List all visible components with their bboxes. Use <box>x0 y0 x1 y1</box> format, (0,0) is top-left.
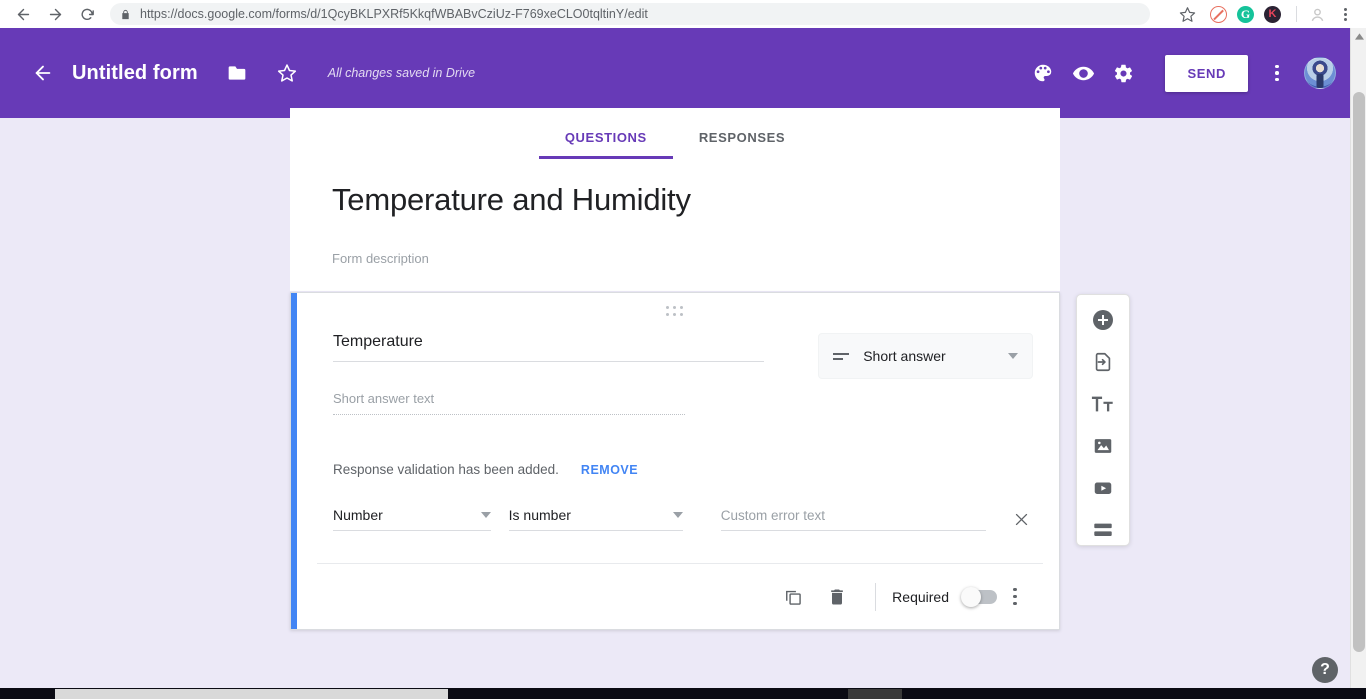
form-description-input[interactable]: Form description <box>332 251 1018 266</box>
question-more-menu-icon[interactable] <box>997 575 1033 619</box>
tab-responses[interactable]: RESPONSES <box>673 130 811 159</box>
question-footer-toolbar: Required <box>317 563 1043 629</box>
short-answer-placeholder: Short answer text <box>333 391 685 415</box>
forms-header-actions: SEND <box>1023 53 1336 93</box>
import-questions-button[interactable] <box>1090 349 1116 375</box>
validation-note-text: Response validation has been added. <box>333 462 559 477</box>
chevron-down-icon <box>480 512 491 518</box>
taskbar-window-1[interactable] <box>55 689 448 699</box>
tab-questions[interactable]: QUESTIONS <box>538 130 673 159</box>
lock-icon <box>120 8 131 21</box>
question-body: Temperature Short answer text Short answ… <box>291 293 1059 531</box>
question-type-dropdown[interactable]: Short answer <box>818 333 1033 379</box>
question-title-input[interactable]: Temperature <box>333 333 765 362</box>
question-type-label: Short answer <box>863 348 946 364</box>
page-scrollbar[interactable] <box>1350 28 1366 699</box>
address-bar[interactable]: https://docs.google.com/forms/d/1QcyBKLP… <box>110 3 1150 25</box>
reload-button[interactable] <box>72 1 102 27</box>
validation-condition-label: Is number <box>508 507 571 523</box>
add-image-button[interactable] <box>1090 433 1116 459</box>
chevron-down-icon <box>672 512 683 518</box>
save-status-text: All changes saved in Drive <box>327 66 476 80</box>
add-title-description-button[interactable] <box>1090 391 1116 417</box>
help-button[interactable]: ? <box>1312 657 1338 683</box>
add-video-button[interactable] <box>1090 475 1116 501</box>
forms-tab-bar: QUESTIONS RESPONSES <box>290 108 1060 159</box>
form-star-icon[interactable] <box>270 56 304 90</box>
validation-controls-row: Number Is number Custom error text <box>333 507 1033 531</box>
custom-error-text-input[interactable]: Custom error text <box>720 508 986 531</box>
question-card[interactable]: Temperature Short answer text Short answ… <box>290 292 1060 630</box>
forms-back-button[interactable] <box>26 56 60 90</box>
folder-icon[interactable] <box>220 56 254 90</box>
forms-header: Untitled form All changes saved in Drive <box>0 28 1350 118</box>
add-question-button[interactable] <box>1090 307 1116 333</box>
validation-type-dropdown[interactable]: Number <box>333 507 491 531</box>
required-toggle[interactable] <box>961 586 997 607</box>
validation-note-row: Response validation has been added. REMO… <box>333 462 1033 477</box>
duplicate-icon[interactable] <box>771 575 815 619</box>
footer-divider <box>875 582 877 611</box>
browser-extensions: G K <box>1202 5 1289 23</box>
form-title-input[interactable]: Temperature and Humidity <box>332 181 1018 218</box>
chrome-profile-icon[interactable] <box>1304 1 1330 27</box>
question-add-toolbar <box>1076 294 1130 546</box>
validation-condition-dropdown[interactable]: Is number <box>508 507 683 531</box>
forms-more-menu-icon[interactable] <box>1262 53 1292 93</box>
send-button[interactable]: SEND <box>1165 54 1248 92</box>
kami-extension-icon[interactable]: K <box>1264 5 1281 23</box>
add-section-button[interactable] <box>1090 517 1116 543</box>
browser-toolbar-right: G K <box>1174 1 1358 27</box>
trash-icon[interactable] <box>815 575 859 619</box>
form-name-title[interactable]: Untitled form <box>72 62 198 85</box>
browser-toolbar: https://docs.google.com/forms/d/1QcyBKLP… <box>0 0 1366 28</box>
scroll-up-arrow-icon[interactable] <box>1351 28 1366 44</box>
user-avatar[interactable] <box>1304 57 1336 89</box>
question-top-row: Temperature Short answer text Short answ… <box>333 333 1033 415</box>
taskbar-window-2[interactable] <box>848 689 902 699</box>
required-label: Required <box>892 588 949 605</box>
chevron-down-icon <box>1008 353 1018 359</box>
gear-settings-icon[interactable] <box>1103 53 1143 93</box>
back-button[interactable] <box>8 1 38 27</box>
browser-nav-buttons <box>8 1 102 27</box>
short-answer-icon <box>833 352 850 360</box>
chrome-menu-icon[interactable] <box>1332 1 1358 27</box>
close-x-icon[interactable] <box>1010 507 1033 531</box>
forward-button[interactable] <box>40 1 70 27</box>
validation-type-label: Number <box>333 507 383 523</box>
os-taskbar <box>0 688 1366 699</box>
adblock-extension-icon[interactable] <box>1210 5 1227 23</box>
palette-icon[interactable] <box>1023 53 1063 93</box>
toolbar-divider <box>1296 6 1297 22</box>
question-title-wrap: Temperature Short answer text <box>333 333 765 415</box>
url-text: https://docs.google.com/forms/d/1QcyBKLP… <box>140 7 648 21</box>
form-title-card: Temperature and Humidity Form descriptio… <box>290 159 1060 291</box>
eye-preview-icon[interactable] <box>1063 53 1103 93</box>
scrollbar-thumb[interactable] <box>1353 92 1365 652</box>
remove-validation-link[interactable]: REMOVE <box>581 463 638 477</box>
grammarly-extension-icon[interactable]: G <box>1237 5 1254 23</box>
bookmark-star-icon[interactable] <box>1174 1 1200 27</box>
